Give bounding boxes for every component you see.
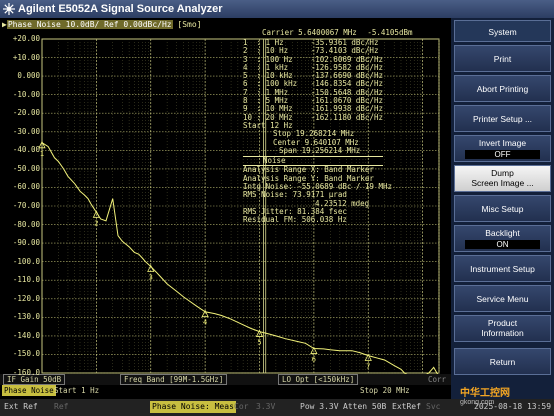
status-ext-ref: Ext Ref xyxy=(4,402,38,411)
y-tick-label: 0.000 xyxy=(17,71,40,81)
watermark-text: 中华工控网 xyxy=(460,388,510,399)
mode-indicator[interactable]: Phase Noise xyxy=(2,385,56,396)
status-cor: Cor xyxy=(234,402,249,411)
marker-label: 2 xyxy=(94,219,98,227)
y-tick-label: -30.00 xyxy=(12,126,40,136)
y-tick-label: -90.00 xyxy=(12,238,40,248)
printer-setup-button[interactable]: Printer Setup ... xyxy=(454,105,551,132)
product-information-button[interactable]: Product Information xyxy=(454,315,551,342)
status-extref: ExtRef xyxy=(392,402,421,411)
service-menu-button[interactable]: Service Menu xyxy=(454,285,551,312)
marker-value: -162.1180 dBc/Hz xyxy=(310,112,383,122)
status-ref: Ref xyxy=(54,402,69,411)
dump-label: Dump xyxy=(491,168,514,178)
marker-label: 4 xyxy=(203,319,207,327)
y-tick-label: -60.00 xyxy=(12,182,40,192)
status-atten: Atten 50B xyxy=(343,402,387,411)
marker-label: 7 xyxy=(366,362,370,370)
correction-indicator: Corr xyxy=(428,375,447,384)
backlight-button[interactable]: Backlight ON xyxy=(454,225,551,252)
carrier-frequency: Carrier 5.6400067 MHz xyxy=(262,28,357,37)
backlight-value: ON xyxy=(465,240,540,249)
y-tick-label: -140.0 xyxy=(12,330,40,340)
y-tick-label: -10.00 xyxy=(12,89,40,99)
trace-header[interactable]: ▶Phase Noise 10.0dB/ Ref 0.00dBc/Hz [Smo… xyxy=(2,20,202,29)
carrier-readout: Carrier 5.6400067 MHz -5.4105dBm xyxy=(262,28,413,37)
y-tick-label: -50.00 xyxy=(12,163,40,173)
y-tick-label: +10.00 xyxy=(12,52,40,62)
misc-setup-button[interactable]: Misc Setup xyxy=(454,195,551,222)
bottom-settings-bar: IF Gain 50dB Freq Band [99M-1.5GHz] LO O… xyxy=(0,374,451,385)
sweep-range-bar: Phase Noise Start 1 Hz Stop 20 MHz xyxy=(0,385,451,396)
residual-fm: Residual FM: 506.038 Hz xyxy=(243,215,347,225)
carrier-level: -5.4105dBm xyxy=(367,28,413,37)
watermark-url: gkong.com xyxy=(460,399,495,406)
invert-image-value: OFF xyxy=(465,150,540,159)
print-button[interactable]: Print xyxy=(454,45,551,72)
window-title: Agilent E5052A Signal Source Analyzer xyxy=(18,3,223,15)
trace-scale[interactable]: Phase Noise 10.0dB/ Ref 0.00dBc/Hz xyxy=(6,20,173,29)
sweep-stop[interactable]: Stop 20 MHz xyxy=(360,385,410,396)
dump-screen-image-button[interactable]: Dump Screen Image ... xyxy=(454,165,551,192)
status-voltage: 3.3V xyxy=(256,402,276,411)
backlight-label: Backlight xyxy=(485,228,520,238)
marker-label: 5 xyxy=(257,339,261,347)
smo-indicator: [Smo] xyxy=(177,20,202,29)
marker-label: 6 xyxy=(312,356,316,364)
y-tick-label: -130.0 xyxy=(12,312,40,322)
y-tick-label: -40.00 xyxy=(12,145,40,155)
instrument-setup-button[interactable]: Instrument Setup xyxy=(454,255,551,282)
information-label: Information xyxy=(481,328,524,338)
marker-table: 1 : 1 Hz -35.9361 dBc/Hz 2 : 10 Hz -73.41… xyxy=(243,38,392,225)
y-tick-label: -70.00 xyxy=(12,201,40,210)
abort-printing-button[interactable]: Abort Printing xyxy=(454,75,551,102)
return-button[interactable]: Return xyxy=(454,348,551,375)
measurement-screen[interactable]: 12345678910 ▶Phase Noise 10.0dB/ Ref 0.0… xyxy=(0,18,451,399)
y-tick-label: -120.0 xyxy=(12,293,40,303)
screen-image-label: Screen Image ... xyxy=(471,178,534,188)
y-tick-label: +20.00 xyxy=(12,34,40,43)
freq-band[interactable]: Freq Band [99M-1.5GHz] xyxy=(120,374,228,385)
product-label: Product xyxy=(487,318,518,328)
y-tick-label: -160.0 xyxy=(12,368,40,377)
lo-opt[interactable]: LO Opt [<150kHz] xyxy=(278,374,359,385)
y-tick-label: -110.0 xyxy=(12,275,40,285)
agilent-logo-icon xyxy=(3,3,15,15)
invert-image-button[interactable]: Invert Image OFF xyxy=(454,135,551,162)
y-tick-label: -80.00 xyxy=(12,219,40,229)
marker-label: 1 xyxy=(40,150,44,158)
softkey-title: System xyxy=(454,20,551,42)
status-svc: Svc xyxy=(426,402,441,411)
y-tick-label: -150.0 xyxy=(12,349,40,359)
span-width: Span 19.256214 MHz xyxy=(279,145,361,155)
status-measuring: Phase Noise: Meas xyxy=(150,401,236,413)
softkey-panel: System Print Abort Printing Printer Setu… xyxy=(451,18,554,399)
sweep-start[interactable]: Start 1 Hz xyxy=(54,385,99,396)
status-power: Pow 3.3V xyxy=(300,402,339,411)
invert-image-label: Invert Image xyxy=(478,138,527,148)
window-titlebar: Agilent E5052A Signal Source Analyzer xyxy=(0,0,554,18)
y-tick-label: -100.0 xyxy=(12,256,40,266)
marker-label: 3 xyxy=(149,274,153,282)
y-tick-label: -20.00 xyxy=(12,108,40,118)
watermark-logo: 中华工控网 gkong.com xyxy=(460,384,510,406)
